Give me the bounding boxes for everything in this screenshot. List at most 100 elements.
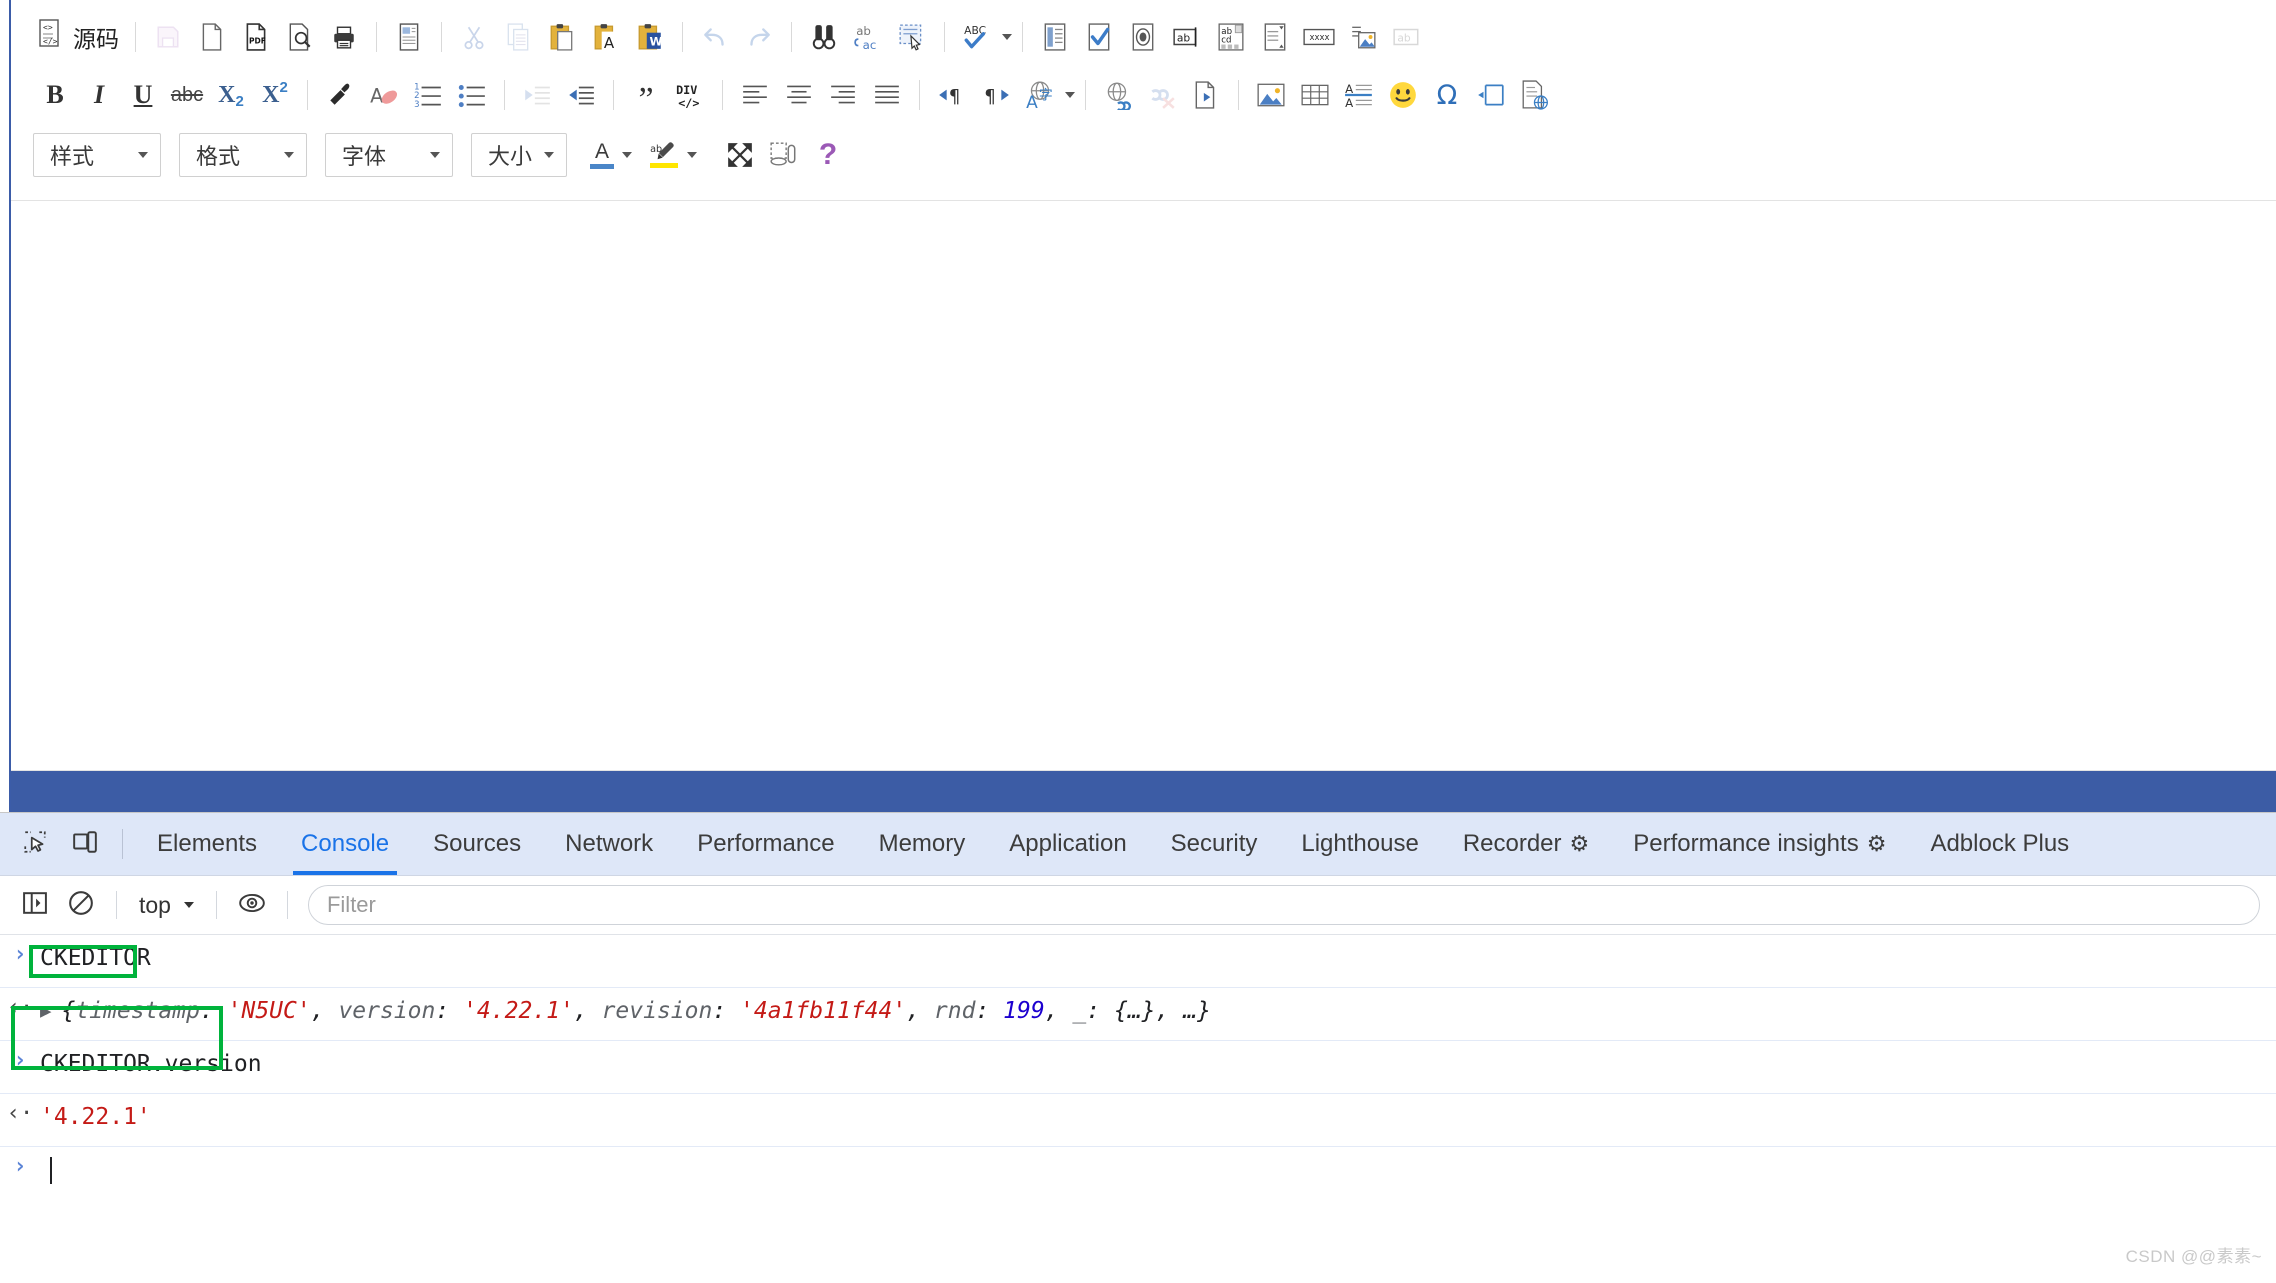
source-button[interactable]: <> </> 源码 [33,15,125,59]
paste-button[interactable] [540,15,584,59]
language-dropdown-arrow[interactable] [1065,92,1075,98]
text-color-button[interactable]: A [585,133,619,177]
anchor-button[interactable] [1184,73,1228,117]
show-blocks-button[interactable] [762,133,806,177]
tab-elements[interactable]: Elements [135,813,279,875]
clear-console-button[interactable] [58,882,104,928]
console-prompt-line[interactable]: › [0,1147,2276,1199]
templates-button[interactable] [387,15,431,59]
copy-formatting-button[interactable] [318,73,362,117]
console-prompt-input[interactable] [40,1154,52,1185]
text-direction-ltr-button[interactable]: ¶ [930,73,974,117]
bold-button[interactable]: B [33,73,77,117]
about-button[interactable]: ? [806,133,850,177]
remove-format-button[interactable]: A [362,73,406,117]
create-div-button[interactable]: DIV</> [668,73,712,117]
align-right-button[interactable] [821,73,865,117]
numbered-list-button[interactable]: 123 [406,73,450,117]
paste-from-word-button[interactable]: W [628,15,672,59]
image-button-button[interactable] [1341,15,1385,59]
text-color-dropdown-arrow[interactable] [622,152,632,158]
background-color-button[interactable]: ab [644,133,684,177]
tab-sources[interactable]: Sources [411,813,543,875]
print-button[interactable] [322,15,366,59]
maximize-button[interactable] [718,133,762,177]
align-left-button[interactable] [733,73,777,117]
subscript-button[interactable]: X2 [209,73,253,117]
preview-button[interactable] [278,15,322,59]
align-center-button[interactable] [777,73,821,117]
undo-button[interactable] [693,15,737,59]
tab-recorder[interactable]: Recorder ⚙ [1441,813,1611,875]
font-dropdown[interactable]: 字体 [325,133,453,177]
button-button[interactable]: xxxx [1297,15,1341,59]
console-sidebar-toggle-button[interactable] [12,882,58,928]
text-direction-rtl-button[interactable]: ¶ [974,73,1018,117]
new-page-button[interactable] [190,15,234,59]
italic-button[interactable]: I [77,73,121,117]
textarea-button[interactable]: abcd [1209,15,1253,59]
font-size-dropdown[interactable]: 大小 [471,133,567,177]
save-button[interactable] [146,15,190,59]
spell-check-dropdown-arrow[interactable] [1002,34,1012,40]
page-break-button[interactable] [1469,73,1513,117]
background-color-dropdown-arrow[interactable] [687,152,697,158]
unlink-button[interactable] [1140,73,1184,117]
strikethrough-button[interactable]: abc [165,73,209,117]
console-context-selector[interactable]: top [129,885,204,925]
tab-lighthouse[interactable]: Lighthouse [1279,813,1440,875]
export-pdf-button[interactable]: PDF [234,15,278,59]
image-button[interactable] [1249,73,1293,117]
tab-adblock-plus[interactable]: Adblock Plus [1908,813,2091,875]
superscript-button[interactable]: X2 [253,73,297,117]
inspect-element-button[interactable] [10,819,60,869]
redo-button[interactable] [737,15,781,59]
tab-console[interactable]: Console [279,813,411,875]
smiley-button[interactable] [1381,73,1425,117]
underline-button[interactable]: U [121,73,165,117]
tab-security[interactable]: Security [1149,813,1280,875]
console-output-line[interactable]: ‹· ▶{timestamp: 'N5UC', version: '4.22.1… [0,988,2276,1041]
iframe-button[interactable] [1513,73,1557,117]
find-button[interactable] [802,15,846,59]
blockquote-button[interactable]: ” [624,68,668,122]
select-all-button[interactable] [890,15,934,59]
spell-check-button[interactable]: ABC [955,15,999,59]
horizontal-line-button[interactable]: AA [1337,73,1381,117]
language-button[interactable]: A字 [1018,73,1062,117]
tab-application[interactable]: Application [987,813,1148,875]
svg-text:ab: ab [856,24,871,38]
console-input-line[interactable]: › CKEDITOR.version [0,1041,2276,1094]
selection-field-button[interactable] [1253,15,1297,59]
device-toolbar-button[interactable] [60,819,110,869]
decrease-indent-button[interactable] [515,73,559,117]
increase-indent-button[interactable] [559,73,603,117]
cut-button[interactable] [452,15,496,59]
tab-network[interactable]: Network [543,813,675,875]
bulleted-list-button[interactable] [450,73,494,117]
paragraph-format-dropdown[interactable]: 格式 [179,133,307,177]
tab-memory[interactable]: Memory [857,813,988,875]
ckeditor-content-area[interactable] [11,200,2276,771]
copy-button[interactable] [496,15,540,59]
console-input-line[interactable]: › CKEDITOR [0,935,2276,988]
console-filter-input[interactable] [308,885,2260,925]
checkbox-button[interactable] [1077,15,1121,59]
tab-performance[interactable]: Performance [675,813,856,875]
justify-button[interactable] [865,73,909,117]
link-button[interactable] [1096,73,1140,117]
tab-performance-insights[interactable]: Performance insights ⚙ [1611,813,1908,875]
replace-button[interactable]: abac [846,15,890,59]
live-expression-button[interactable] [229,882,275,928]
table-button[interactable] [1293,73,1337,117]
hidden-field-button[interactable]: ab [1385,15,1429,59]
expand-object-arrow[interactable]: ▶ [40,996,51,1026]
styles-dropdown[interactable]: 样式 [33,133,161,177]
console-output[interactable]: › CKEDITOR ‹· ▶{timestamp: 'N5UC', versi… [0,935,2276,1283]
form-button[interactable] [1033,15,1077,59]
console-output-line[interactable]: ‹· '4.22.1' [0,1094,2276,1147]
paste-as-plain-text-button[interactable]: A [584,15,628,59]
radio-button-button[interactable] [1121,15,1165,59]
text-field-button[interactable]: ab [1165,15,1209,59]
special-character-button[interactable]: Ω [1425,73,1469,117]
